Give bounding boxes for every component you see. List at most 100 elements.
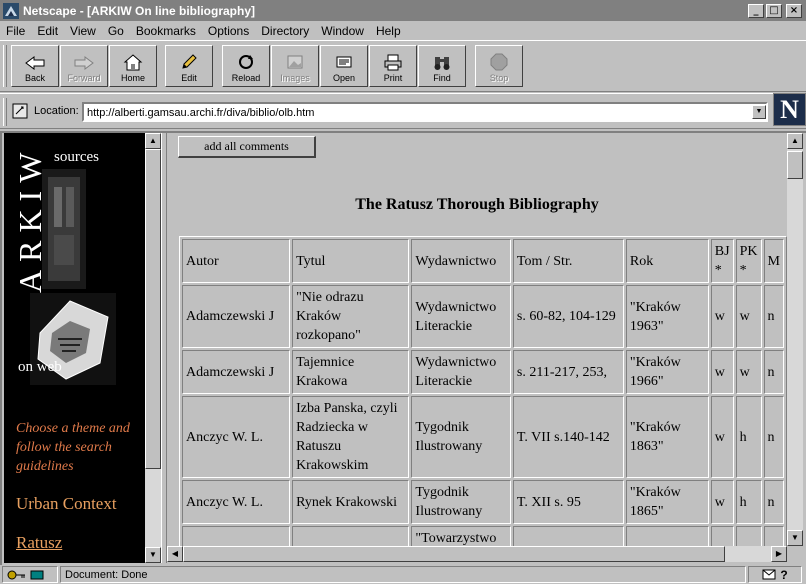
table-cell: h bbox=[735, 396, 762, 478]
main-scroll-up-button[interactable]: ▲ bbox=[787, 133, 803, 149]
security-indicator[interactable] bbox=[2, 566, 58, 583]
table-cell: Wydawnictwo Literackie bbox=[411, 350, 511, 394]
print-button[interactable]: Print bbox=[369, 45, 417, 87]
open-label: Open bbox=[332, 73, 356, 83]
table-cell bbox=[182, 526, 291, 546]
home-button[interactable]: Home bbox=[109, 45, 157, 87]
table-cell: s. 211-217, 253, bbox=[512, 350, 624, 394]
key-icon bbox=[7, 570, 25, 579]
main-scroll-left-button[interactable]: ◀ bbox=[167, 546, 183, 562]
images-label: Images bbox=[280, 73, 310, 83]
mail-icon bbox=[762, 569, 776, 580]
close-button[interactable]: × bbox=[786, 3, 802, 18]
menu-window[interactable]: Window bbox=[321, 24, 364, 38]
stop-icon bbox=[490, 53, 508, 71]
table-cell: Adamczewski J bbox=[182, 285, 291, 348]
help-icon: ? bbox=[780, 567, 788, 582]
main-frame-hscrollbar[interactable]: ◀ ▶ bbox=[167, 546, 787, 562]
open-button[interactable]: Open bbox=[320, 45, 368, 87]
main-hscroll-thumb[interactable] bbox=[183, 546, 725, 562]
urban-context-link[interactable]: Urban Context bbox=[16, 494, 117, 514]
bibliography-table: Autor Tytul Wydawnictwo Tom / Str. Rok B… bbox=[179, 236, 787, 546]
find-button[interactable]: Find bbox=[418, 45, 466, 87]
netscape-logo[interactable]: N bbox=[773, 93, 806, 126]
reload-button[interactable]: Reload bbox=[222, 45, 270, 87]
left-nav-frame: ARKIW sources on web Choose a theme and … bbox=[4, 133, 145, 563]
toolbar-grip[interactable] bbox=[3, 45, 7, 87]
column-header: Autor bbox=[182, 239, 291, 283]
find-label: Find bbox=[433, 73, 451, 83]
add-all-comments-button[interactable]: add all comments bbox=[178, 136, 316, 158]
table-cell: Adamczewski J bbox=[182, 350, 291, 394]
minimize-icon: _ bbox=[753, 4, 759, 16]
left-scroll-up-button[interactable]: ▲ bbox=[145, 133, 161, 149]
table-row: Anczyc W. L. Izba Panska, czyli Radzieck… bbox=[182, 396, 784, 478]
table-cell bbox=[292, 526, 410, 546]
minimize-button[interactable]: _ bbox=[748, 3, 764, 18]
table-cell bbox=[625, 526, 709, 546]
location-grip[interactable] bbox=[3, 98, 7, 126]
netscape-app-icon[interactable] bbox=[3, 2, 19, 19]
menu-options[interactable]: Options bbox=[208, 24, 249, 38]
menu-directory[interactable]: Directory bbox=[261, 24, 309, 38]
mail-indicator[interactable]: ? bbox=[748, 566, 802, 583]
table-row: Anczyc W. L. Rynek Krakowski Tygodnik Il… bbox=[182, 480, 784, 524]
url-dropdown-button[interactable]: ▼ bbox=[752, 105, 766, 119]
choose-theme-text: Choose a theme and follow the search gui… bbox=[16, 421, 130, 474]
menu-file[interactable]: File bbox=[6, 24, 25, 38]
table-row: "Towarzystwo Milosników bbox=[182, 526, 784, 546]
table-cell: w bbox=[710, 396, 734, 478]
maximize-button[interactable]: □ bbox=[766, 3, 782, 18]
close-icon: × bbox=[789, 4, 799, 16]
menu-help[interactable]: Help bbox=[376, 24, 401, 38]
menu-edit[interactable]: Edit bbox=[37, 24, 58, 38]
main-scroll-down-button[interactable]: ▼ bbox=[787, 530, 803, 546]
back-label: Back bbox=[24, 73, 45, 83]
printer-icon bbox=[384, 54, 402, 71]
on-web-text: on web bbox=[18, 359, 62, 375]
scrollbar-corner bbox=[787, 546, 803, 563]
table-cell: Tygodnik Ilustrowany bbox=[411, 480, 511, 524]
edit-button[interactable]: Edit bbox=[165, 45, 213, 87]
table-cell: Tajemnice Krakowa bbox=[292, 350, 410, 394]
table-cell: w bbox=[735, 285, 762, 348]
ratusz-link[interactable]: Ratusz bbox=[16, 533, 62, 553]
table-cell: n bbox=[763, 285, 784, 348]
netscape-logo-letter: N bbox=[780, 94, 799, 124]
menu-bookmarks[interactable]: Bookmarks bbox=[136, 24, 196, 38]
menu-view[interactable]: View bbox=[70, 24, 96, 38]
table-cell: T. VII s.140-142 bbox=[512, 396, 624, 478]
back-button[interactable]: Back bbox=[11, 45, 59, 87]
home-label: Home bbox=[120, 73, 145, 83]
url-input[interactable]: http://alberti.gamsau.archi.fr/diva/bibl… bbox=[82, 102, 768, 122]
connection-icon bbox=[30, 570, 44, 579]
table-row: Adamczewski J Tajemnice Krakowa Wydawnic… bbox=[182, 350, 784, 394]
left-scroll-thumb[interactable] bbox=[145, 149, 161, 469]
reload-icon bbox=[239, 55, 253, 69]
left-scroll-down-button[interactable]: ▼ bbox=[145, 547, 161, 563]
status-text: Document: Done bbox=[60, 566, 746, 583]
column-header: M bbox=[763, 239, 784, 283]
images-button[interactable]: Images bbox=[271, 45, 319, 87]
table-cell: Izba Panska, czyli Radziecka w Ratuszu K… bbox=[292, 396, 410, 478]
main-scroll-right-button[interactable]: ▶ bbox=[771, 546, 787, 562]
arrow-down-icon: ▼ bbox=[791, 533, 799, 542]
bookmark-link-icon[interactable] bbox=[12, 102, 28, 120]
table-cell bbox=[763, 526, 784, 546]
main-vscroll-thumb[interactable] bbox=[787, 151, 803, 179]
table-cell: "Kraków 1865" bbox=[625, 480, 709, 524]
arrow-left-icon: ◀ bbox=[171, 549, 179, 558]
reload-label: Reload bbox=[231, 73, 261, 83]
table-cell: Anczyc W. L. bbox=[182, 480, 291, 524]
column-header: Wydawnictwo bbox=[411, 239, 511, 283]
stop-label: Stop bbox=[489, 73, 509, 83]
back-icon bbox=[25, 56, 45, 70]
column-header: Tytul bbox=[292, 239, 410, 283]
stop-button[interactable]: Stop bbox=[475, 45, 523, 87]
arkiw-logo-text: ARKIW bbox=[12, 144, 48, 293]
menu-go[interactable]: Go bbox=[108, 24, 124, 38]
main-frame-vscrollbar[interactable]: ▲ ▼ bbox=[787, 133, 803, 546]
forward-button[interactable]: Forward bbox=[60, 45, 108, 87]
table-cell bbox=[710, 526, 734, 546]
left-frame-scrollbar[interactable]: ▲ ▼ bbox=[145, 133, 161, 563]
